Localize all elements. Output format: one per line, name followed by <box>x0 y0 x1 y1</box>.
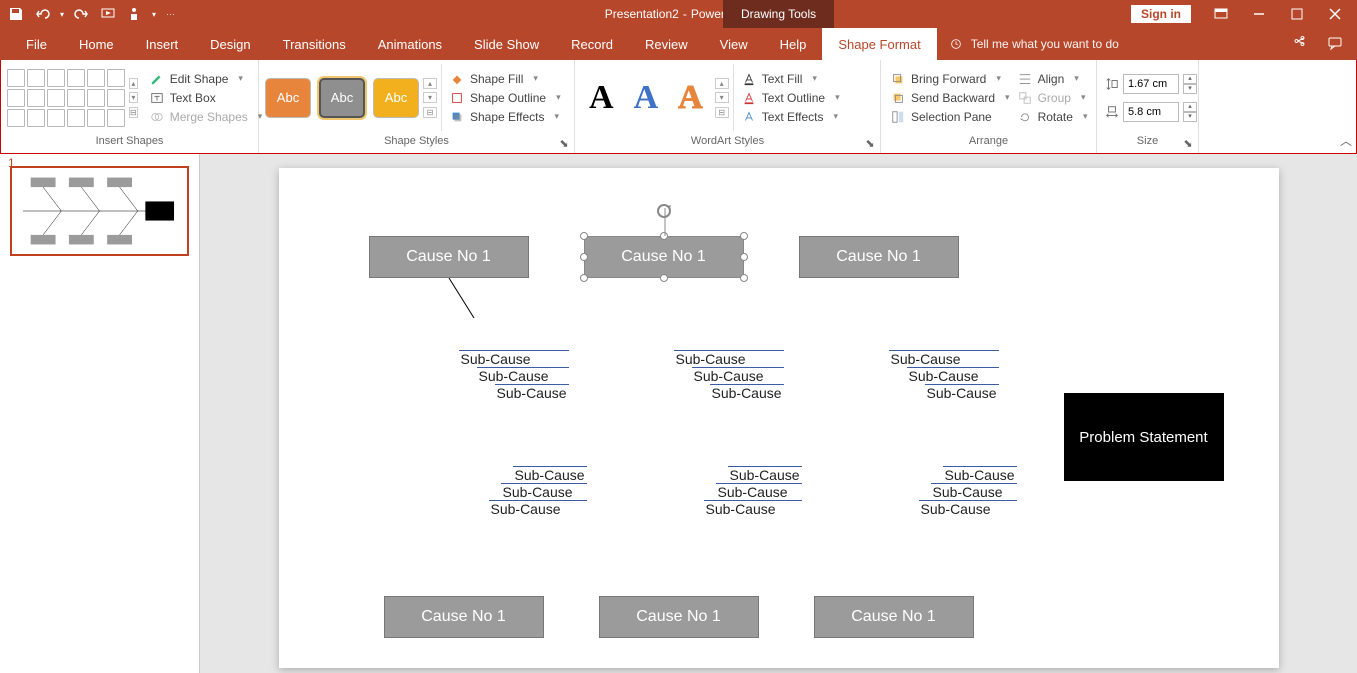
collapse-ribbon-icon[interactable]: ︿ <box>1336 60 1356 153</box>
quick-access-toolbar: ▾ ▾ ⋯ <box>0 6 175 22</box>
comments-icon[interactable] <box>1327 35 1343 54</box>
tab-review[interactable]: Review <box>629 28 704 60</box>
start-from-beginning-icon[interactable] <box>100 6 116 22</box>
wordart-launcher-icon[interactable]: ⬊ <box>864 137 876 149</box>
subcauses-top-1[interactable]: Sub-CauseSub-CauseSub-Cause <box>459 350 569 401</box>
height-icon <box>1105 77 1119 91</box>
text-fill-button[interactable]: Text Fill <box>738 71 844 87</box>
redo-icon[interactable] <box>74 6 90 22</box>
size-launcher-icon[interactable]: ⬊ <box>1182 137 1194 149</box>
shape-outline-button[interactable]: Shape Outline <box>446 90 565 106</box>
share-icon[interactable] <box>1293 35 1309 54</box>
shape-effects-button[interactable]: Shape Effects <box>446 109 565 125</box>
tab-record[interactable]: Record <box>555 28 629 60</box>
tab-home[interactable]: Home <box>63 28 130 60</box>
group-label-shape-styles: Shape Styles⬊ <box>259 135 574 153</box>
slide-thumbnail-1[interactable] <box>10 166 189 256</box>
document-title: Presentation2 <box>605 7 679 21</box>
tab-help[interactable]: Help <box>764 28 823 60</box>
rotate-button[interactable]: Rotate <box>1014 109 1092 125</box>
contextual-tab-label: Drawing Tools <box>723 0 834 28</box>
tell-me-search[interactable]: Tell me what you want to do <box>949 28 1119 60</box>
group-label-arrange: Arrange <box>881 135 1096 153</box>
title-separator: - <box>683 7 687 21</box>
wordart-style-2[interactable]: A <box>634 79 659 117</box>
cause-box-top-2[interactable]: Cause No 1 <box>584 236 744 278</box>
subcauses-bottom-3[interactable]: Sub-CauseSub-CauseSub-Cause <box>919 466 1017 517</box>
width-icon <box>1105 105 1119 119</box>
subcauses-top-2[interactable]: Sub-CauseSub-CauseSub-Cause <box>674 350 784 401</box>
qat-customize-icon[interactable]: ⋯ <box>166 9 175 20</box>
slide[interactable]: Cause No 1 Cause No 1 Cause No 1 Cause N… <box>279 168 1279 668</box>
shape-style-2[interactable]: Abc <box>319 78 365 118</box>
tell-me-label: Tell me what you want to do <box>971 37 1119 51</box>
tab-view[interactable]: View <box>704 28 764 60</box>
bring-forward-button[interactable]: Bring Forward <box>887 71 1014 87</box>
save-icon[interactable] <box>8 6 24 22</box>
problem-statement-box[interactable]: Problem Statement <box>1064 393 1224 481</box>
ribbon: ▴▾⊟ Edit Shape Text Box Merge Shapes Ins… <box>0 60 1357 154</box>
group-label-size: Size⬊ <box>1097 135 1198 153</box>
cause-box-bottom-3[interactable]: Cause No 1 <box>814 596 974 638</box>
tab-insert[interactable]: Insert <box>130 28 195 60</box>
shapes-gallery[interactable] <box>7 69 125 127</box>
width-spinner[interactable]: ▴▾ <box>1183 102 1197 122</box>
subcauses-bottom-1[interactable]: Sub-CauseSub-CauseSub-Cause <box>489 466 587 517</box>
shape-style-3[interactable]: Abc <box>373 78 419 118</box>
maximize-icon[interactable] <box>1289 6 1305 22</box>
wordart-gallery[interactable]: A A A <box>581 79 711 117</box>
text-box-button[interactable]: Text Box <box>146 90 267 106</box>
merge-shapes-button: Merge Shapes <box>146 109 267 125</box>
shape-height-input[interactable] <box>1123 74 1179 94</box>
tab-file[interactable]: File <box>10 28 63 60</box>
title-bar: ▾ ▾ ⋯ Presentation2 - PowerPoint Drawing… <box>0 0 1357 28</box>
wordart-more[interactable]: ▴▾⊟ <box>715 78 729 118</box>
shape-width-input[interactable] <box>1123 102 1179 122</box>
workspace: 1 <box>0 154 1357 673</box>
touch-dropdown-icon[interactable]: ▾ <box>152 10 156 19</box>
cause-box-top-1[interactable]: Cause No 1 <box>369 236 529 278</box>
shape-style-gallery[interactable]: Abc Abc Abc <box>265 78 419 118</box>
undo-dropdown-icon[interactable]: ▾ <box>60 10 64 19</box>
tab-design[interactable]: Design <box>194 28 266 60</box>
shapes-gallery-more[interactable]: ▴▾⊟ <box>129 78 138 118</box>
group-label-insert-shapes: Insert Shapes <box>1 135 258 153</box>
tab-transitions[interactable]: Transitions <box>267 28 362 60</box>
subcauses-top-3[interactable]: Sub-CauseSub-CauseSub-Cause <box>889 350 999 401</box>
touch-mode-icon[interactable] <box>126 6 142 22</box>
group-button: Group <box>1014 90 1092 106</box>
cause-box-bottom-1[interactable]: Cause No 1 <box>384 596 544 638</box>
slide-panel[interactable]: 1 <box>0 154 200 673</box>
tab-shape-format[interactable]: Shape Format <box>822 28 936 60</box>
cause-box-top-3[interactable]: Cause No 1 <box>799 236 959 278</box>
shape-fill-button[interactable]: Shape Fill <box>446 71 565 87</box>
selection-pane-button[interactable]: Selection Pane <box>887 109 1014 125</box>
sign-in-button[interactable]: Sign in <box>1131 5 1191 23</box>
align-button[interactable]: Align <box>1014 71 1092 87</box>
group-label-wordart: WordArt Styles⬊ <box>575 135 880 153</box>
undo-icon[interactable] <box>34 6 50 22</box>
tab-animations[interactable]: Animations <box>362 28 458 60</box>
wordart-style-1[interactable]: A <box>589 79 614 117</box>
shape-style-more[interactable]: ▴▾⊟ <box>423 78 437 118</box>
shape-styles-launcher-icon[interactable]: ⬊ <box>558 137 570 149</box>
height-spinner[interactable]: ▴▾ <box>1183 74 1197 94</box>
minimize-icon[interactable] <box>1251 6 1267 22</box>
close-icon[interactable] <box>1327 6 1343 22</box>
shape-style-1[interactable]: Abc <box>265 78 311 118</box>
text-effects-button[interactable]: Text Effects <box>738 109 844 125</box>
edit-shape-button[interactable]: Edit Shape <box>146 71 267 87</box>
ribbon-tabs: File Home Insert Design Transitions Anim… <box>0 28 1357 60</box>
tab-slideshow[interactable]: Slide Show <box>458 28 555 60</box>
send-backward-button[interactable]: Send Backward <box>887 90 1014 106</box>
ribbon-display-icon[interactable] <box>1213 6 1229 22</box>
text-outline-button[interactable]: Text Outline <box>738 90 844 106</box>
selected-shape[interactable]: Cause No 1 <box>584 236 744 278</box>
wordart-style-3[interactable]: A <box>678 79 703 117</box>
cause-box-bottom-2[interactable]: Cause No 1 <box>599 596 759 638</box>
slide-canvas-area[interactable]: Cause No 1 Cause No 1 Cause No 1 Cause N… <box>200 154 1357 673</box>
subcauses-bottom-2[interactable]: Sub-CauseSub-CauseSub-Cause <box>704 466 802 517</box>
